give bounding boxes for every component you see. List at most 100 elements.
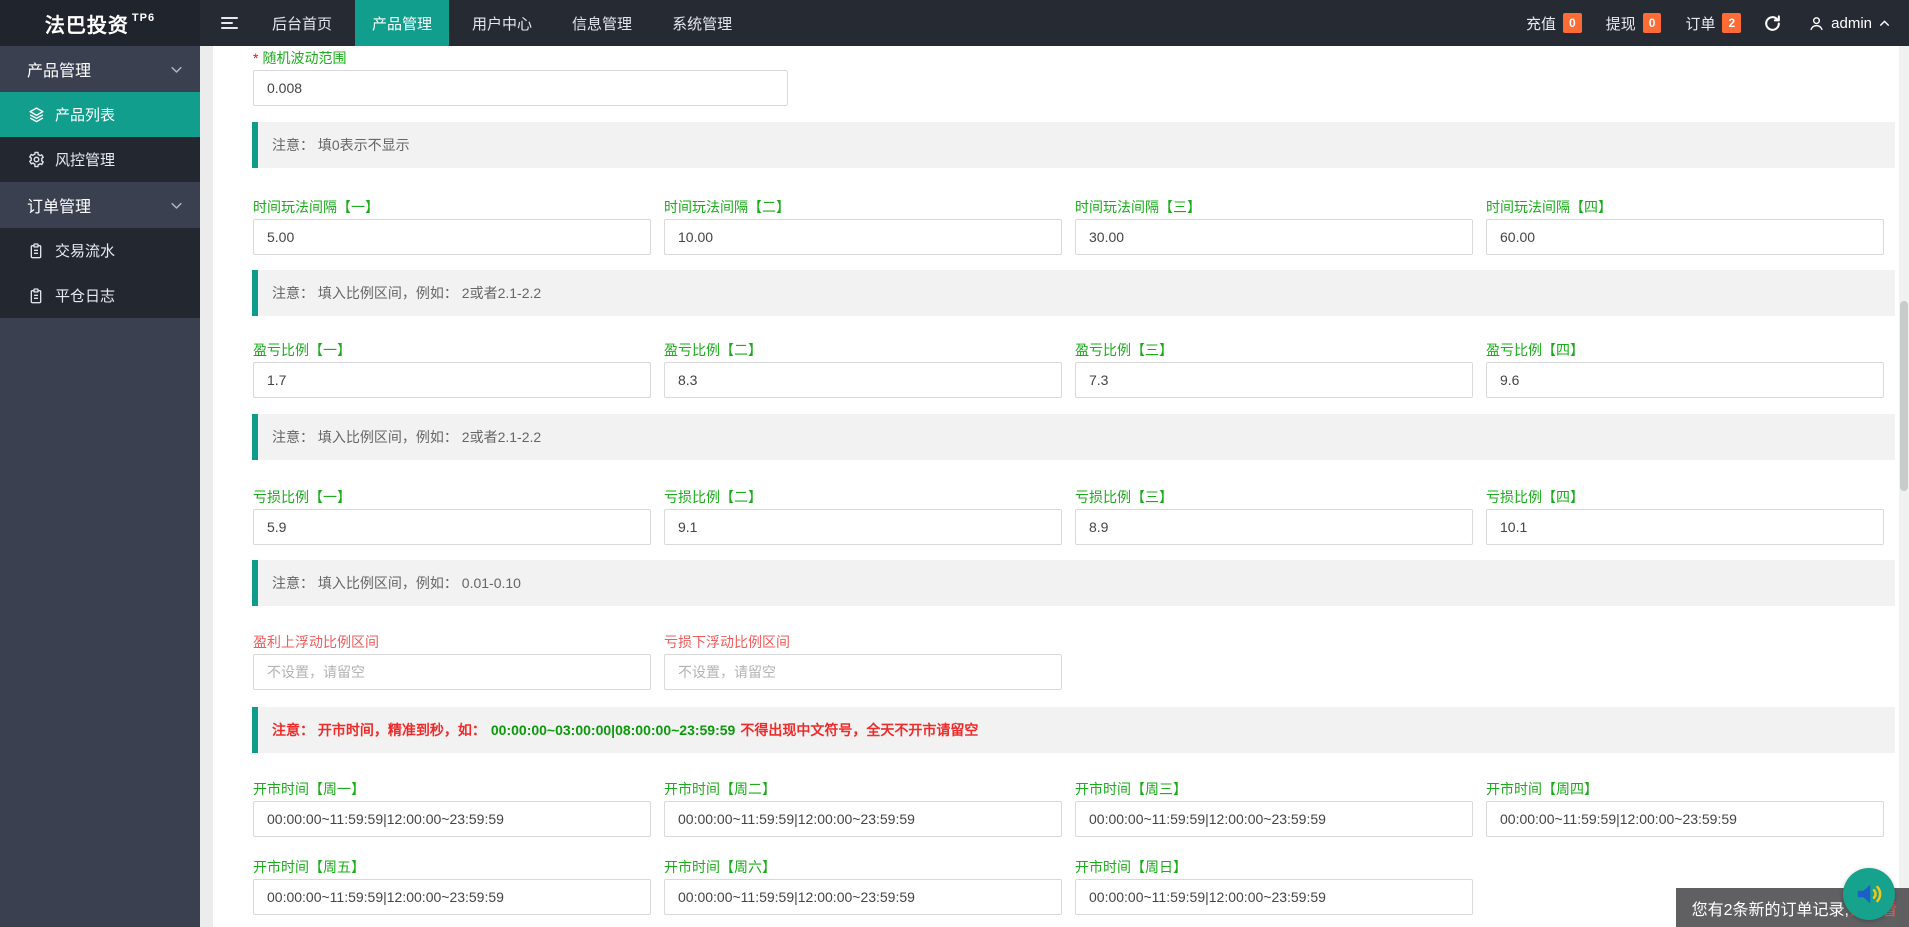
open-wed-label: 开市时间【周三】 bbox=[1075, 779, 1473, 799]
user-menu[interactable]: admin bbox=[1808, 15, 1891, 32]
field-open-tue: 开市时间【周二】 bbox=[664, 779, 1062, 837]
brand-version: TP6 bbox=[132, 12, 155, 24]
form-row-loss-ratio: 亏损比例【一】 亏损比例【二】 亏损比例【三】 亏损比例【四】 bbox=[253, 487, 1884, 545]
clipboard-icon bbox=[27, 243, 45, 259]
form-row-random-range: *随机波动范围 bbox=[253, 48, 788, 106]
sidebar-item-label: 产品列表 bbox=[55, 104, 115, 125]
field-open-fri: 开市时间【周五】 bbox=[253, 857, 651, 915]
field-interval-2: 时间玩法间隔【二】 bbox=[664, 197, 1062, 255]
field-open-sun: 开市时间【周日】 bbox=[1075, 857, 1473, 915]
sidebar-item-label: 交易流水 bbox=[55, 240, 115, 261]
scrollbar[interactable] bbox=[1899, 46, 1909, 927]
note-text: 注意： 填入比例区间，例如： 2或者2.1-2.2 bbox=[272, 427, 541, 447]
form-row-open-time-1: 开市时间【周一】 开市时间【周二】 开市时间【周三】 开市时间【周四】 bbox=[253, 779, 1884, 837]
recharge-count-badge: 0 bbox=[1563, 13, 1582, 33]
refresh-icon[interactable] bbox=[1763, 14, 1782, 33]
interval-1-input[interactable] bbox=[253, 219, 651, 255]
sidebar-item-label: 风控管理 bbox=[55, 149, 115, 170]
open-thu-input[interactable] bbox=[1486, 801, 1884, 837]
sidebar-item-close-log[interactable]: 平仓日志 bbox=[0, 273, 200, 318]
profit-2-input[interactable] bbox=[664, 362, 1062, 398]
tab-info-management[interactable]: 信息管理 bbox=[555, 0, 649, 46]
interval-4-input[interactable] bbox=[1486, 219, 1884, 255]
sidebar-item-product-list[interactable]: 产品列表 bbox=[0, 92, 200, 137]
sidebar-group-label: 订单管理 bbox=[27, 193, 91, 217]
open-wed-input[interactable] bbox=[1075, 801, 1473, 837]
recharge-stat[interactable]: 充值 0 bbox=[1526, 13, 1582, 34]
loss-4-input[interactable] bbox=[1486, 509, 1884, 545]
tab-product-management[interactable]: 产品管理 bbox=[355, 0, 449, 46]
sidebar-item-trade-flow[interactable]: 交易流水 bbox=[0, 228, 200, 273]
field-interval-4: 时间玩法间隔【四】 bbox=[1486, 197, 1884, 255]
profit-4-input[interactable] bbox=[1486, 362, 1884, 398]
form-row-open-time-2: 开市时间【周五】 开市时间【周六】 开市时间【周日】 bbox=[253, 857, 1473, 915]
clipboard-icon bbox=[27, 288, 45, 304]
profit-float-input[interactable] bbox=[253, 654, 651, 690]
profit-3-input[interactable] bbox=[1075, 362, 1473, 398]
field-loss-float-range: 亏损下浮动比例区间 bbox=[664, 632, 1062, 690]
field-open-mon: 开市时间【周一】 bbox=[253, 779, 651, 837]
field-open-thu: 开市时间【周四】 bbox=[1486, 779, 1884, 837]
sidebar-content-gutter bbox=[200, 46, 213, 927]
nav-right: 充值 0 提现 0 订单 2 admin bbox=[1502, 0, 1909, 46]
menu-toggle-icon[interactable] bbox=[206, 0, 252, 46]
field-open-sat: 开市时间【周六】 bbox=[664, 857, 1062, 915]
sidebar: 产品管理 产品列表 风控管理 订单管理 交易流水 bbox=[0, 46, 200, 927]
open-fri-input[interactable] bbox=[253, 879, 651, 915]
loss-2-label: 亏损比例【二】 bbox=[664, 487, 1062, 507]
open-sat-label: 开市时间【周六】 bbox=[664, 857, 1062, 877]
field-loss-4: 亏损比例【四】 bbox=[1486, 487, 1884, 545]
loss-float-label: 亏损下浮动比例区间 bbox=[664, 632, 1062, 652]
loss-4-label: 亏损比例【四】 bbox=[1486, 487, 1884, 507]
profit-1-label: 盈亏比例【一】 bbox=[253, 340, 651, 360]
tab-system-management[interactable]: 系统管理 bbox=[655, 0, 749, 46]
withdraw-stat[interactable]: 提现 0 bbox=[1606, 13, 1662, 34]
open-sat-input[interactable] bbox=[664, 879, 1062, 915]
order-stat[interactable]: 订单 2 bbox=[1685, 13, 1741, 34]
product-edit-form: *随机波动范围 注意： 填0表示不显示 时间玩法间隔【一】 时间玩法间隔【二】 … bbox=[213, 46, 1909, 927]
order-label: 订单 bbox=[1685, 13, 1715, 34]
tab-user-center[interactable]: 用户中心 bbox=[455, 0, 549, 46]
brand-logo: 法巴投资 TP6 bbox=[0, 0, 200, 46]
interval-2-label: 时间玩法间隔【二】 bbox=[664, 197, 1062, 217]
profit-4-label: 盈亏比例【四】 bbox=[1486, 340, 1884, 360]
sidebar-group-order[interactable]: 订单管理 bbox=[0, 182, 200, 228]
toast-text: 您有2条新的订单记录, bbox=[1692, 896, 1849, 920]
sidebar-item-label: 平仓日志 bbox=[55, 285, 115, 306]
loss-2-input[interactable] bbox=[664, 509, 1062, 545]
note-text-red: 不得出现中文符号，全天不开市请留空 bbox=[740, 720, 978, 740]
scrollbar-thumb[interactable] bbox=[1900, 301, 1908, 491]
note-ratio-hint-2: 注意： 填入比例区间，例如： 2或者2.1-2.2 bbox=[252, 414, 1895, 460]
note-ratio-hint-1: 注意： 填入比例区间，例如： 2或者2.1-2.2 bbox=[252, 270, 1895, 316]
chevron-down-icon bbox=[169, 198, 184, 213]
field-open-wed: 开市时间【周三】 bbox=[1075, 779, 1473, 837]
loss-1-input[interactable] bbox=[253, 509, 651, 545]
interval-2-input[interactable] bbox=[664, 219, 1062, 255]
profit-2-label: 盈亏比例【二】 bbox=[664, 340, 1062, 360]
interval-3-input[interactable] bbox=[1075, 219, 1473, 255]
random-range-input[interactable] bbox=[253, 70, 788, 106]
field-random-range: *随机波动范围 bbox=[253, 48, 788, 106]
tab-dashboard[interactable]: 后台首页 bbox=[255, 0, 349, 46]
brand-title: 法巴投资 bbox=[45, 9, 129, 38]
sidebar-group-product[interactable]: 产品管理 bbox=[0, 46, 200, 92]
profit-1-input[interactable] bbox=[253, 362, 651, 398]
open-sun-input[interactable] bbox=[1075, 879, 1473, 915]
note-zero-hint: 注意： 填0表示不显示 bbox=[252, 122, 1895, 168]
loss-3-input[interactable] bbox=[1075, 509, 1473, 545]
open-fri-label: 开市时间【周五】 bbox=[253, 857, 651, 877]
notification-sound-button[interactable] bbox=[1843, 868, 1895, 920]
open-tue-input[interactable] bbox=[664, 801, 1062, 837]
field-profit-2: 盈亏比例【二】 bbox=[664, 340, 1062, 398]
loss-float-input[interactable] bbox=[664, 654, 1062, 690]
field-loss-1: 亏损比例【一】 bbox=[253, 487, 651, 545]
recharge-label: 充值 bbox=[1526, 13, 1556, 34]
sidebar-item-risk-management[interactable]: 风控管理 bbox=[0, 137, 200, 182]
field-interval-1: 时间玩法间隔【一】 bbox=[253, 197, 651, 255]
field-profit-3: 盈亏比例【三】 bbox=[1075, 340, 1473, 398]
open-mon-input[interactable] bbox=[253, 801, 651, 837]
field-profit-4: 盈亏比例【四】 bbox=[1486, 340, 1884, 398]
field-profit-1: 盈亏比例【一】 bbox=[253, 340, 651, 398]
username: admin bbox=[1831, 15, 1872, 32]
random-range-label: 随机波动范围 bbox=[262, 50, 346, 66]
